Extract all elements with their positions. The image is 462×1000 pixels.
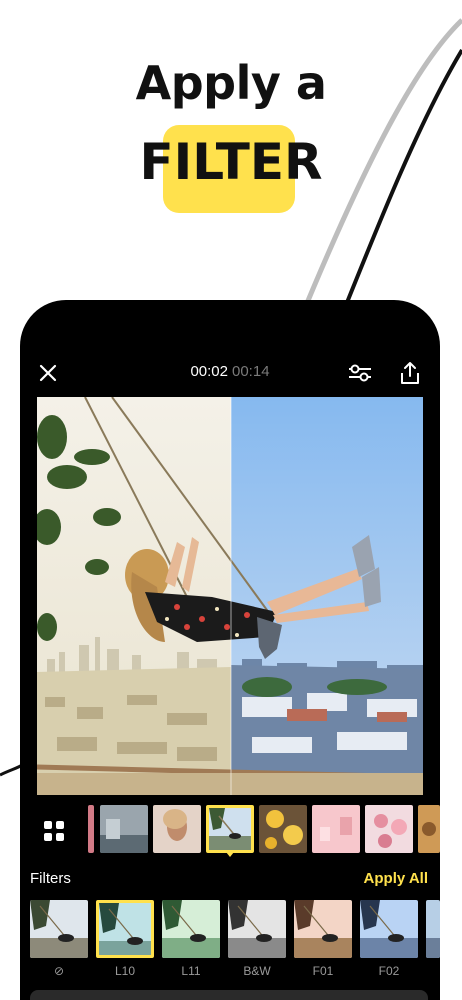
phone-frame: 00:02 00:14 Filters Apply All ⊘ L10 L11 …	[20, 300, 440, 1000]
filter-label: L10	[114, 964, 136, 978]
clip-thumb[interactable]	[312, 805, 360, 853]
filter-option[interactable]: F02	[360, 900, 418, 978]
share-icon[interactable]	[392, 355, 428, 391]
apply-all-button[interactable]: Apply All	[364, 870, 428, 887]
filter-option[interactable]: B&W	[228, 900, 286, 978]
filter-label: B&W	[243, 964, 271, 978]
grid-icon[interactable]	[36, 813, 72, 849]
player-topbar: 00:02 00:14	[20, 355, 440, 391]
clip-strip	[20, 805, 440, 867]
filter-option[interactable]: L11	[162, 900, 220, 978]
bottom-bar	[30, 990, 428, 1000]
filter-thumbnail	[96, 900, 154, 958]
filter-thumbnail	[162, 900, 220, 958]
filter-option[interactable]: ⊘	[30, 900, 88, 978]
total-time: 00:14	[232, 363, 270, 380]
filter-label: F02	[378, 964, 400, 978]
photo-preview[interactable]	[37, 397, 423, 795]
clip-thumb[interactable]	[88, 805, 94, 853]
filter-thumbnail	[426, 900, 440, 958]
current-time: 00:02	[190, 363, 228, 380]
filter-list: ⊘ L10 L11 B&W F01 F02	[20, 900, 440, 980]
clip-thumb[interactable]	[153, 805, 201, 853]
filter-option[interactable]: F01	[294, 900, 352, 978]
filter-label: ⊘	[53, 964, 65, 978]
filter-thumbnail	[30, 900, 88, 958]
filter-thumbnail	[360, 900, 418, 958]
filter-option-partial[interactable]	[426, 900, 440, 958]
clip-thumb[interactable]	[259, 805, 307, 853]
filter-label: F01	[312, 964, 334, 978]
filter-option[interactable]: L10	[96, 900, 154, 978]
headline-line1: Apply a	[135, 56, 327, 110]
clip-thumb[interactable]	[100, 805, 148, 853]
filter-thumbnail	[294, 900, 352, 958]
clip-thumb-selected[interactable]	[206, 805, 254, 853]
headline-line2: FILTER	[139, 133, 323, 191]
selection-marker	[226, 852, 234, 857]
sliders-icon[interactable]	[342, 355, 378, 391]
filter-label: L11	[181, 964, 201, 978]
filters-header: Filters Apply All	[20, 870, 440, 890]
filters-title: Filters	[30, 870, 71, 887]
filter-thumbnail	[228, 900, 286, 958]
clip-thumb[interactable]	[365, 805, 413, 853]
clip-thumb[interactable]	[418, 805, 440, 853]
